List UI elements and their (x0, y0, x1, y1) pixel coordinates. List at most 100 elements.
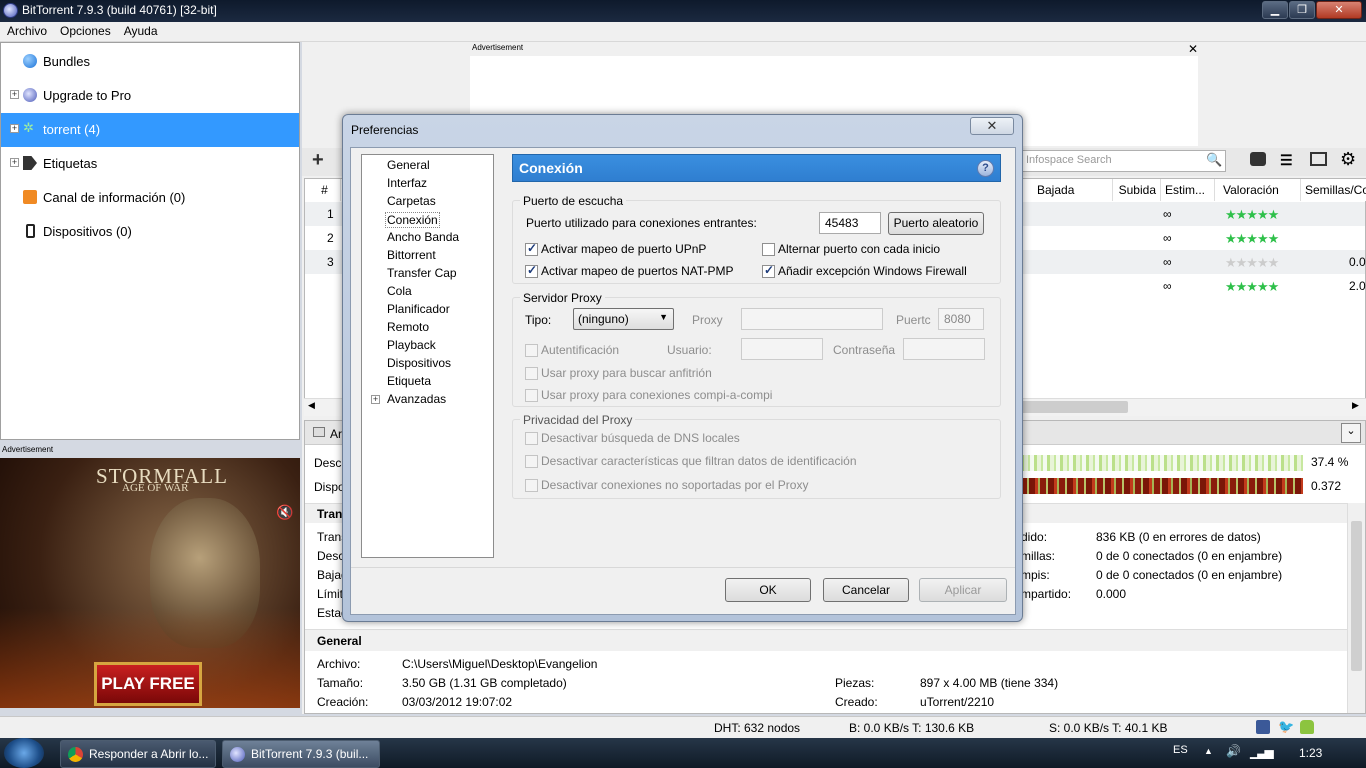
restore-button[interactable]: ❐ (1289, 1, 1315, 19)
cancel-button[interactable]: Cancelar (823, 578, 909, 602)
tab-archivos-partial[interactable]: Ar (330, 427, 342, 441)
tree-item-interfaz[interactable]: Interfaz (387, 176, 427, 190)
firewall-label[interactable]: Añadir excepción Windows Firewall (778, 264, 967, 278)
menu-ayuda[interactable]: Ayuda (117, 22, 164, 38)
tree-item-bittorrent[interactable]: Bittorrent (387, 248, 436, 262)
list-view-icon[interactable]: ☰ (1280, 152, 1293, 169)
taskbar-button-bittorrent[interactable]: BitTorrent 7.9.3 (buil... (222, 740, 380, 768)
sidebar-item-rss[interactable]: Canal de información (0) (1, 181, 299, 215)
tree-item-playback[interactable]: Playback (387, 338, 436, 352)
taskbar-button-chrome[interactable]: Responder a Abrir lo... (60, 740, 216, 768)
tree-item-transfer-cap[interactable]: Transfer Cap (387, 266, 457, 280)
sidebar-item-devices[interactable]: Dispositivos (0) (1, 215, 299, 249)
p2p-proxy-label[interactable]: Usar proxy para conexiones compi-a-compi (541, 388, 772, 402)
col-valoracion[interactable]: Valoración (1215, 179, 1301, 201)
play-free-button[interactable]: PLAY FREE (94, 662, 202, 706)
expand-icon[interactable]: + (10, 124, 19, 133)
close-window-button[interactable]: ✕ (1316, 1, 1362, 19)
language-indicator[interactable]: ES (1173, 744, 1188, 756)
natpmp-checkbox[interactable] (525, 263, 538, 278)
tree-item-cola[interactable]: Cola (387, 284, 412, 298)
unsupported-label[interactable]: Desactivar conexiones no soportadas por … (541, 478, 808, 492)
android-icon[interactable] (1300, 720, 1314, 734)
upnp-checkbox[interactable] (525, 241, 538, 256)
tree-item-etiqueta[interactable]: Etiqueta (387, 374, 431, 388)
tree-item-general[interactable]: General (387, 158, 430, 172)
sidebar-item-torrent[interactable]: + ✲ torrent (4) (1, 113, 299, 147)
add-torrent-button[interactable]: + (312, 149, 324, 172)
sidebar-item-bundles[interactable]: Bundles (1, 45, 299, 79)
auth-checkbox[interactable] (525, 344, 538, 357)
password-input[interactable] (903, 338, 985, 360)
expand-icon[interactable]: + (371, 395, 380, 404)
col-num[interactable]: # (305, 179, 341, 201)
col-semillas[interactable]: Semillas/Co (1301, 179, 1366, 201)
random-port-button[interactable]: Puerto aleatorio (888, 212, 984, 235)
p2p-proxy-checkbox[interactable] (525, 389, 538, 402)
col-subida[interactable]: Subida (1113, 179, 1161, 201)
tree-item-dispositivos[interactable]: Dispositivos (387, 356, 451, 370)
tree-item-ancho-banda[interactable]: Ancho Banda (387, 230, 459, 244)
chevron-down-icon[interactable]: ⌄ (1341, 423, 1361, 443)
upnp-label[interactable]: Activar mapeo de puerto UPnP (541, 242, 706, 256)
twitter-icon[interactable]: 🐦 (1278, 719, 1294, 735)
expand-icon[interactable]: + (10, 158, 19, 167)
proxy-type-select[interactable]: (ninguno) ▼ (573, 308, 674, 330)
dns-label[interactable]: Desactivar búsqueda de DNS locales (541, 431, 740, 445)
auth-label[interactable]: Autentificación (541, 343, 619, 357)
facebook-icon[interactable] (1256, 720, 1270, 734)
help-icon[interactable]: ? (977, 160, 994, 177)
close-ad-icon[interactable]: ✕ (1188, 42, 1198, 56)
port-input[interactable]: 45483 (819, 212, 881, 234)
volume-icon[interactable]: 🔊 (1226, 744, 1241, 758)
vertical-scrollbar[interactable] (1347, 503, 1365, 713)
col-estim[interactable]: Estim... (1161, 179, 1215, 201)
monitor-icon[interactable] (1310, 152, 1327, 166)
col-bajada[interactable]: Bajada (1033, 179, 1113, 201)
unsupported-checkbox[interactable] (525, 479, 538, 492)
user-input[interactable] (741, 338, 823, 360)
features-label[interactable]: Desactivar características que filtran d… (541, 454, 857, 468)
firewall-checkbox[interactable] (762, 263, 775, 278)
alternate-port-checkbox[interactable] (762, 243, 775, 256)
tray-arrow-icon[interactable]: ▲ (1204, 746, 1213, 756)
tree-item-avanzadas[interactable]: Avanzadas (387, 392, 446, 406)
tree-item-remoto[interactable]: Remoto (387, 320, 429, 334)
dialog-close-button[interactable]: ✕ (970, 117, 1014, 135)
scroll-left-icon[interactable]: ◀ (308, 400, 315, 411)
chat-icon[interactable] (1250, 152, 1266, 166)
clock[interactable]: 1:23 (1299, 746, 1322, 760)
game-ad-banner[interactable]: STORMFALL AGE OF WAR 🔇 PLAY FREE (0, 458, 300, 708)
minimize-button[interactable]: ▁ (1262, 1, 1288, 19)
natpmp-label[interactable]: Activar mapeo de puertos NAT-PMP (541, 264, 734, 278)
rating-stars[interactable]: ★★★★★ (1225, 279, 1279, 295)
rating-stars[interactable]: ★★★★★ (1225, 255, 1279, 271)
scroll-right-icon[interactable]: ▶ (1352, 400, 1359, 411)
ok-button[interactable]: OK (725, 578, 811, 602)
tree-item-planificador[interactable]: Planificador (387, 302, 450, 316)
rating-stars[interactable]: ★★★★★ (1225, 207, 1279, 223)
search-input[interactable]: Infospace Search (1020, 150, 1226, 172)
resolve-checkbox[interactable] (525, 367, 538, 380)
dns-checkbox[interactable] (525, 432, 538, 445)
expand-icon[interactable]: + (10, 90, 19, 99)
tree-item-carpetas[interactable]: Carpetas (387, 194, 436, 208)
apply-button[interactable]: Aplicar (919, 578, 1007, 602)
resolve-label[interactable]: Usar proxy para buscar anfitrión (541, 366, 712, 380)
network-icon[interactable]: ▁▃▅ (1250, 745, 1274, 759)
alternate-port-label[interactable]: Alternar puerto con cada inicio (778, 242, 940, 256)
scrollbar-thumb[interactable] (1351, 521, 1362, 671)
search-icon[interactable]: 🔍 (1206, 152, 1222, 168)
sidebar-item-upgrade[interactable]: + Upgrade to Pro (1, 79, 299, 113)
menu-archivo[interactable]: Archivo (0, 22, 53, 38)
proxy-host-input[interactable] (741, 308, 883, 330)
menu-opciones[interactable]: Opciones (53, 22, 117, 38)
proxy-port-input[interactable]: 8080 (938, 308, 984, 330)
sidebar-item-etiquetas[interactable]: + Etiquetas (1, 147, 299, 181)
features-checkbox[interactable] (525, 455, 538, 468)
tree-item-conexion[interactable]: Conexión (385, 212, 440, 228)
mute-icon[interactable]: 🔇 (276, 504, 293, 521)
rating-stars[interactable]: ★★★★★ (1225, 231, 1279, 247)
start-button[interactable] (4, 738, 44, 768)
settings-gear-icon[interactable]: ⚙ (1340, 149, 1356, 170)
